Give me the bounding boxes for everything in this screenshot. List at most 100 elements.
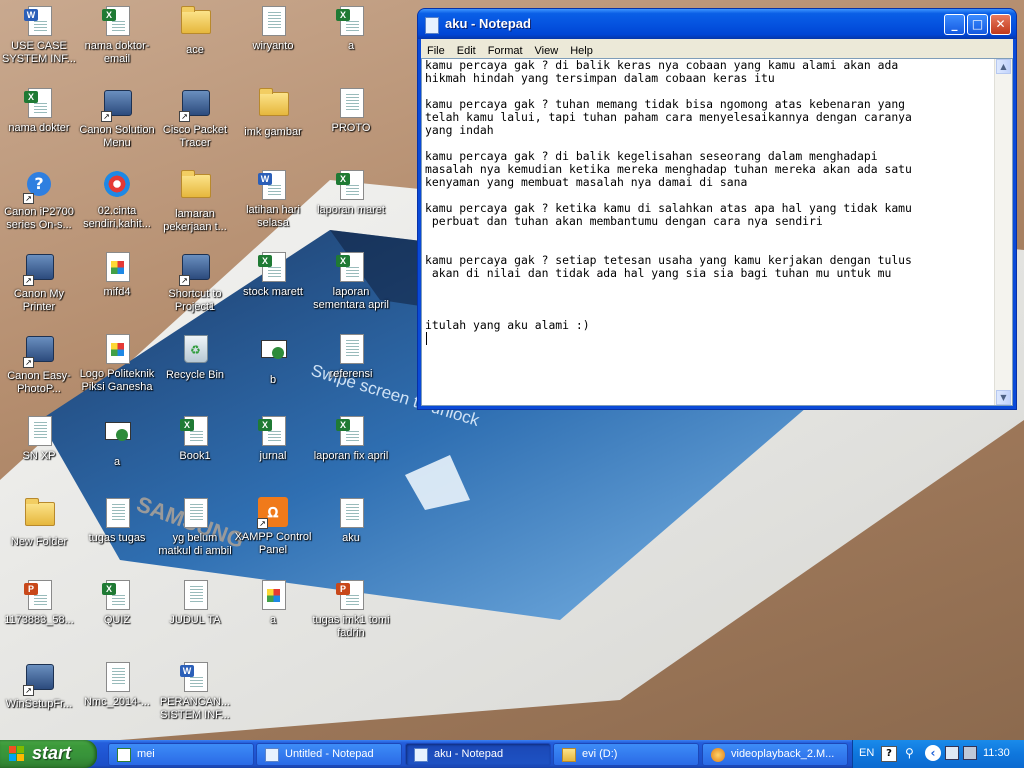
window-title: aku - Notepad <box>445 16 531 31</box>
desktop-icon[interactable]: SN XP <box>0 414 78 463</box>
desktop-icon[interactable]: tugas tugas <box>78 496 156 545</box>
desktop-icon[interactable]: ↗ Canon My Printer <box>0 250 78 314</box>
desktop-icon[interactable]: P 1173883_58... <box>0 578 78 627</box>
app-file-icon: ↗ <box>101 90 133 122</box>
desktop-icon-label: SN XP <box>22 450 56 462</box>
mail-file-icon <box>101 422 133 454</box>
desktop-icon[interactable]: referensi <box>312 332 390 381</box>
system-tray: EN ? ⚲ ‹ 11:30 <box>852 740 1024 768</box>
ppt-file-icon: P <box>23 580 55 612</box>
taskbar-button-untitled-notepad[interactable]: Untitled - Notepad <box>256 743 402 766</box>
excel-file-icon: X <box>257 252 289 284</box>
excel-file-icon: X <box>101 6 133 38</box>
maximize-button[interactable]: □ <box>967 14 988 35</box>
drive-folder-icon <box>562 748 576 762</box>
desktop-icon-label: a <box>269 614 277 626</box>
excel-file-icon: X <box>335 6 367 38</box>
desktop-icon[interactable]: Wlatihan hari selasa <box>234 168 312 230</box>
taskbar-button-label: aku - Notepad <box>434 748 504 760</box>
desktop-icon-label: nama doktor-email <box>84 40 150 65</box>
clock[interactable]: 11:30 <box>983 747 1010 759</box>
start-button[interactable]: start <box>0 740 97 768</box>
image-file-icon <box>101 334 133 366</box>
editor-content[interactable]: kamu percaya gak ? di balik keras nya co… <box>425 59 995 332</box>
desktop-icon-label: Canon My Printer <box>13 288 65 313</box>
desktop-icon[interactable]: Xjurnal <box>234 414 312 463</box>
desktop-icon-label: 02.cinta sendiri,kahit... <box>83 205 151 230</box>
desktop-icon-label: imk gambar <box>244 126 302 138</box>
desktop-icon[interactable]: X QUIZ <box>78 578 156 627</box>
desktop-icon[interactable]: Xa <box>312 4 390 53</box>
language-indicator[interactable]: EN <box>859 747 874 759</box>
desktop-icon[interactable]: a <box>234 578 312 627</box>
help-icon[interactable]: ? <box>881 746 897 762</box>
desktop-icon[interactable]: Logo Politeknik Piksi Ganesha <box>78 332 156 394</box>
text-editor[interactable]: kamu percaya gak ? di balik keras nya co… <box>421 58 1013 406</box>
desktop-icon[interactable]: ꭥ ↗ XAMPP Control Panel <box>234 496 312 557</box>
desktop-icon[interactable]: W PERANCAN... SISTEM INF... <box>156 660 234 722</box>
desktop-icon[interactable]: ? ↗ Canon iP2700 series On-s... <box>0 168 78 232</box>
desktop-icon[interactable]: ace <box>156 4 234 57</box>
desktop-icon[interactable]: Xlaporan sementara april <box>312 250 390 312</box>
desktop-icon-label: lamaran pekerjaan t... <box>163 208 227 233</box>
taskbar-button-videoplayback[interactable]: videoplayback_2.M... <box>702 743 848 766</box>
image-file-icon <box>257 580 289 612</box>
taskbar-button-evi-drive[interactable]: evi (D:) <box>553 743 699 766</box>
desktop-icon-label: laporan fix april <box>313 450 389 462</box>
desktop-icon[interactable]: New Folder <box>0 496 78 549</box>
desktop-icon[interactable]: ↗ Canon Solution Menu <box>78 86 156 150</box>
text-file-icon <box>101 498 133 530</box>
vertical-scrollbar[interactable]: ▲ ▼ <box>994 59 1012 405</box>
desktop-icon[interactable]: JUDUL TA <box>156 578 234 627</box>
desktop-icon[interactable]: ↗ Shortcut to Project1 <box>156 250 234 314</box>
desktop-icon[interactable]: ↗ WinSetupFr... <box>0 660 78 711</box>
volume-tray-icon[interactable] <box>945 746 959 760</box>
desktop-icon[interactable]: mifd4 <box>78 250 156 299</box>
scroll-down-arrow-icon[interactable]: ▼ <box>996 390 1011 405</box>
desktop-icon-label: Logo Politeknik Piksi Ganesha <box>79 368 155 393</box>
title-bar[interactable]: aku - Notepad _ □ ✕ <box>418 9 1016 39</box>
pen-tool-icon[interactable]: ⚲ <box>905 746 919 760</box>
desktop-icon-label: PERANCAN... SISTEM INF... <box>159 696 231 721</box>
notepad-icon <box>265 748 279 762</box>
taskbar-button-aku-notepad[interactable]: aku - Notepad <box>405 743 551 766</box>
desktop-icon[interactable]: ↗ Cisco Packet Tracer <box>156 86 234 150</box>
text-caret <box>426 332 427 345</box>
desktop-icon-label: QUIZ <box>103 614 131 626</box>
desktop-icon[interactable]: ♻ Recycle Bin <box>156 332 234 382</box>
desktop-icon[interactable]: Xnama dokter <box>0 86 78 135</box>
desktop-icon[interactable]: Xlaporan fix april <box>312 414 390 463</box>
taskbar-button-mei[interactable]: mei <box>108 743 254 766</box>
desktop-icon[interactable]: W USE CASE SYSTEM INF... <box>0 4 78 66</box>
notepad-window[interactable]: aku - Notepad _ □ ✕ File Edit Format View He… <box>418 9 1016 409</box>
start-label: start <box>32 743 72 763</box>
text-file-icon <box>101 662 133 694</box>
desktop-icon[interactable]: lamaran pekerjaan t... <box>156 168 234 234</box>
desktop-icon[interactable]: ↗ Canon Easy-PhotoP... <box>0 332 78 396</box>
desktop-icon[interactable]: PROTO <box>312 86 390 135</box>
desktop-icon[interactable]: yg belum matkul di ambil <box>156 496 234 558</box>
desktop-icon[interactable]: a <box>78 414 156 469</box>
desktop-icon[interactable]: Xlaporan maret <box>312 168 390 217</box>
desktop-icon-label: yg belum matkul di ambil <box>158 532 232 557</box>
desktop-icon-label: Nmc_2014-... <box>83 696 151 708</box>
word-file-icon: W <box>257 170 289 202</box>
excel-file-icon: X <box>335 252 367 284</box>
desktop-icon[interactable]: X Book1 <box>156 414 234 463</box>
minimize-button[interactable]: _ <box>944 14 965 35</box>
desktop-icon[interactable]: 02.cinta sendiri,kahit... <box>78 168 156 231</box>
close-button[interactable]: ✕ <box>990 14 1011 35</box>
scroll-up-arrow-icon[interactable]: ▲ <box>996 59 1011 74</box>
desktop-icon[interactable]: wiryanto <box>234 4 312 53</box>
desktop-icon[interactable]: imk gambar <box>234 86 312 139</box>
desktop-icon[interactable]: Ptugas imk1 tomi fadrin <box>312 578 390 640</box>
ppt-file-icon: P <box>335 580 367 612</box>
desktop-icon[interactable]: aku <box>312 496 390 545</box>
network-tray-icon[interactable] <box>963 746 977 760</box>
notepad-icon <box>425 17 439 34</box>
desktop-icon[interactable]: b <box>234 332 312 387</box>
desktop-icon[interactable]: Xstock marett <box>234 250 312 299</box>
show-hidden-icons-icon[interactable]: ‹ <box>925 745 941 761</box>
desktop-icon[interactable]: Xnama doktor-email <box>78 4 156 66</box>
desktop-icon[interactable]: Nmc_2014-... <box>78 660 156 709</box>
